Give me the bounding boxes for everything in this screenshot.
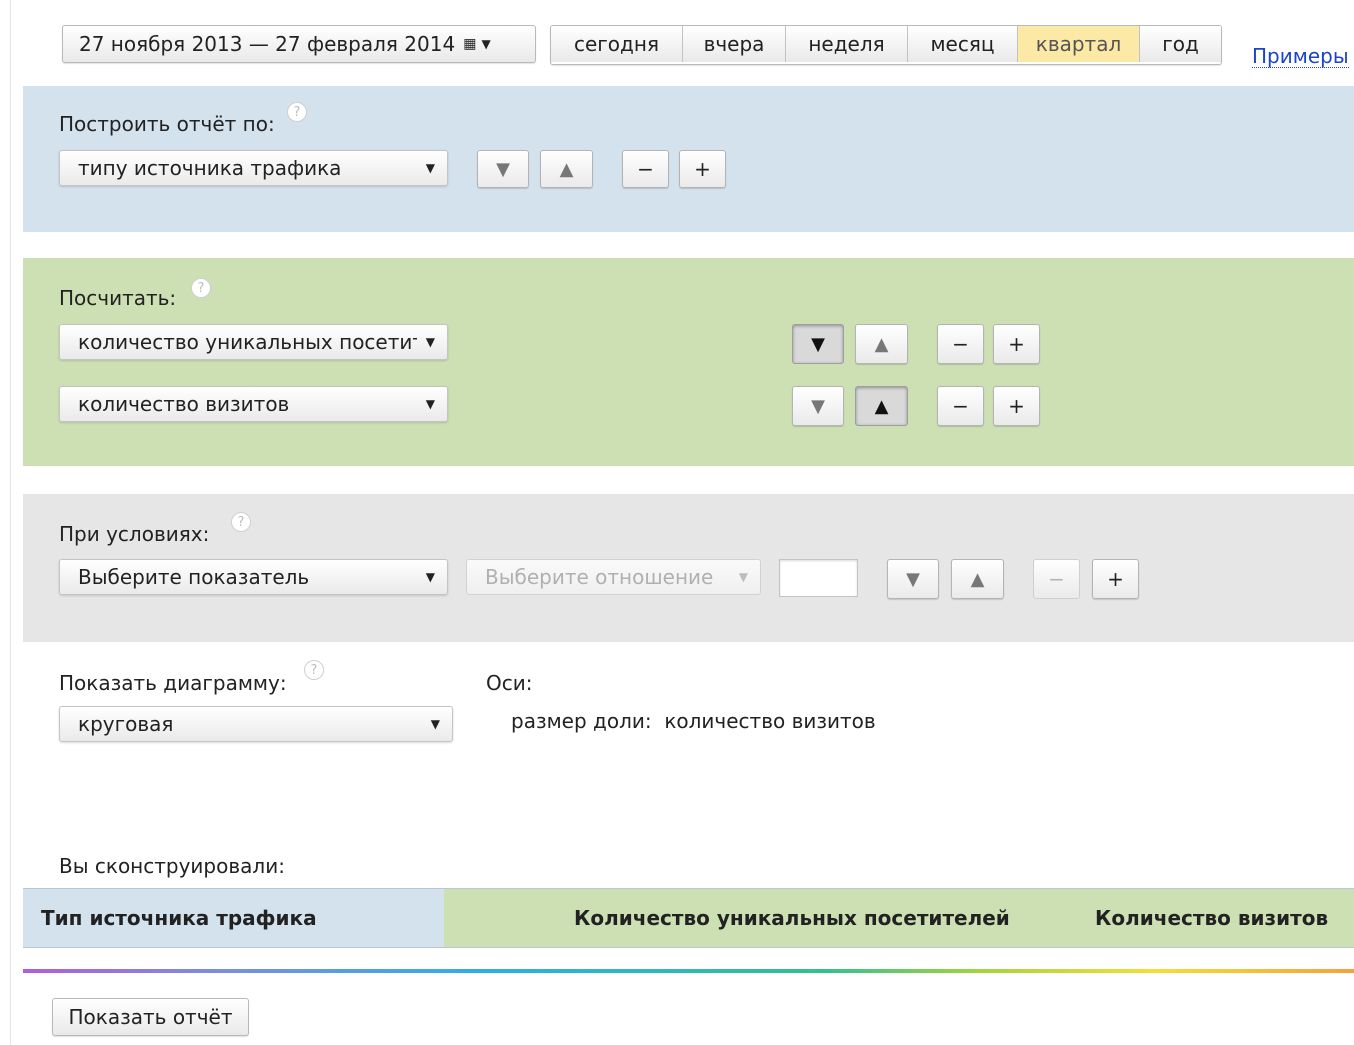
period-month-button[interactable]: месяц	[908, 26, 1018, 62]
help-icon[interactable]: ?	[231, 512, 251, 532]
metric-value-2: количество визитов	[78, 392, 290, 416]
metric-select-1[interactable]: количество уникальных посетителей ▼	[59, 324, 448, 360]
period-today-button[interactable]: сегодня	[551, 26, 683, 62]
move-up-button[interactable]: ▲	[540, 150, 593, 188]
conditions-label: При условиях:	[59, 522, 210, 546]
chart-type-value: круговая	[78, 712, 174, 736]
add-dimension-button[interactable]: +	[679, 150, 726, 188]
column-header-visits[interactable]: Количество визитов	[1095, 906, 1328, 930]
metric-1-remove-button[interactable]: −	[937, 324, 984, 364]
help-icon[interactable]: ?	[191, 278, 211, 298]
period-quarter-button[interactable]: квартал	[1018, 26, 1140, 62]
build-report-label: Построить отчёт по:	[59, 112, 275, 136]
date-range-picker[interactable]: 27 ноября 2013 — 27 февраля 2014 ▦ ▼	[62, 25, 536, 63]
chevron-down-icon: ▼	[430, 717, 440, 731]
metrics-panel	[23, 258, 1354, 466]
condition-relation-select[interactable]: Выберите отношение ▼	[466, 559, 761, 595]
condition-metric-value: Выберите показатель	[78, 565, 310, 589]
chevron-down-icon: ▼	[425, 161, 435, 175]
move-down-button[interactable]: ▼	[477, 150, 529, 188]
build-dimension-select[interactable]: типу источника трафика ▼	[59, 150, 448, 186]
chevron-down-icon: ▼	[425, 570, 435, 584]
constructed-label: Вы сконструировали:	[59, 854, 285, 878]
metric-2-add-button[interactable]: +	[993, 386, 1040, 426]
metric-2-move-down-button[interactable]: ▼	[792, 386, 844, 426]
period-yesterday-button[interactable]: вчера	[683, 26, 786, 62]
condition-value-input[interactable]	[779, 559, 858, 597]
page-left-border	[10, 0, 11, 1045]
period-selector: сегодня вчера неделя месяц квартал год	[550, 25, 1222, 65]
help-icon[interactable]: ?	[287, 102, 307, 122]
result-table-header: Тип источника трафика Количество уникаль…	[23, 888, 1354, 948]
build-dimension-value: типу источника трафика	[78, 156, 342, 180]
chevron-down-icon: ▼	[425, 397, 435, 411]
metrics-label: Посчитать:	[59, 286, 177, 310]
metric-1-add-button[interactable]: +	[993, 324, 1040, 364]
condition-move-down-button[interactable]: ▼	[887, 559, 939, 599]
show-report-button[interactable]: Показать отчёт	[52, 998, 249, 1036]
chevron-down-icon: ▼	[738, 570, 748, 584]
chart-type-label: Показать диаграмму:	[59, 671, 287, 695]
chevron-down-icon: ▼	[481, 37, 491, 51]
column-header-traffic-source[interactable]: Тип источника трафика	[23, 889, 444, 947]
period-year-button[interactable]: год	[1140, 26, 1221, 62]
axis-slice-size-text: размер доли: количество визитов	[511, 709, 876, 733]
metric-2-move-up-button[interactable]: ▲	[855, 386, 908, 426]
date-range-text: 27 ноября 2013 — 27 февраля 2014	[79, 32, 456, 56]
chart-type-select[interactable]: круговая ▼	[59, 706, 453, 742]
condition-add-button[interactable]: +	[1092, 559, 1139, 599]
metric-2-remove-button[interactable]: −	[937, 386, 984, 426]
condition-move-up-button[interactable]: ▲	[951, 559, 1004, 599]
metric-1-move-up-button[interactable]: ▲	[855, 324, 908, 364]
examples-link[interactable]: Примеры	[1252, 45, 1349, 68]
condition-relation-placeholder: Выберите отношение	[485, 565, 714, 589]
column-header-unique-visitors[interactable]: Количество уникальных посетителей	[574, 906, 1010, 930]
metric-value-1: количество уникальных посетителей	[78, 330, 417, 354]
remove-dimension-button[interactable]: −	[622, 150, 669, 188]
rainbow-divider	[23, 969, 1354, 973]
chevron-down-icon: ▼	[425, 335, 435, 349]
metric-select-2[interactable]: количество визитов ▼	[59, 386, 448, 422]
period-week-button[interactable]: неделя	[786, 26, 908, 62]
help-icon[interactable]: ?	[304, 660, 324, 680]
axes-label: Оси:	[486, 671, 533, 695]
metrics-header-group: Количество уникальных посетителей Количе…	[444, 889, 1354, 947]
condition-remove-button[interactable]: −	[1033, 559, 1080, 599]
metric-1-move-down-button[interactable]: ▼	[792, 324, 844, 364]
condition-metric-select[interactable]: Выберите показатель ▼	[59, 559, 448, 595]
calendar-icon: ▦	[463, 36, 476, 52]
